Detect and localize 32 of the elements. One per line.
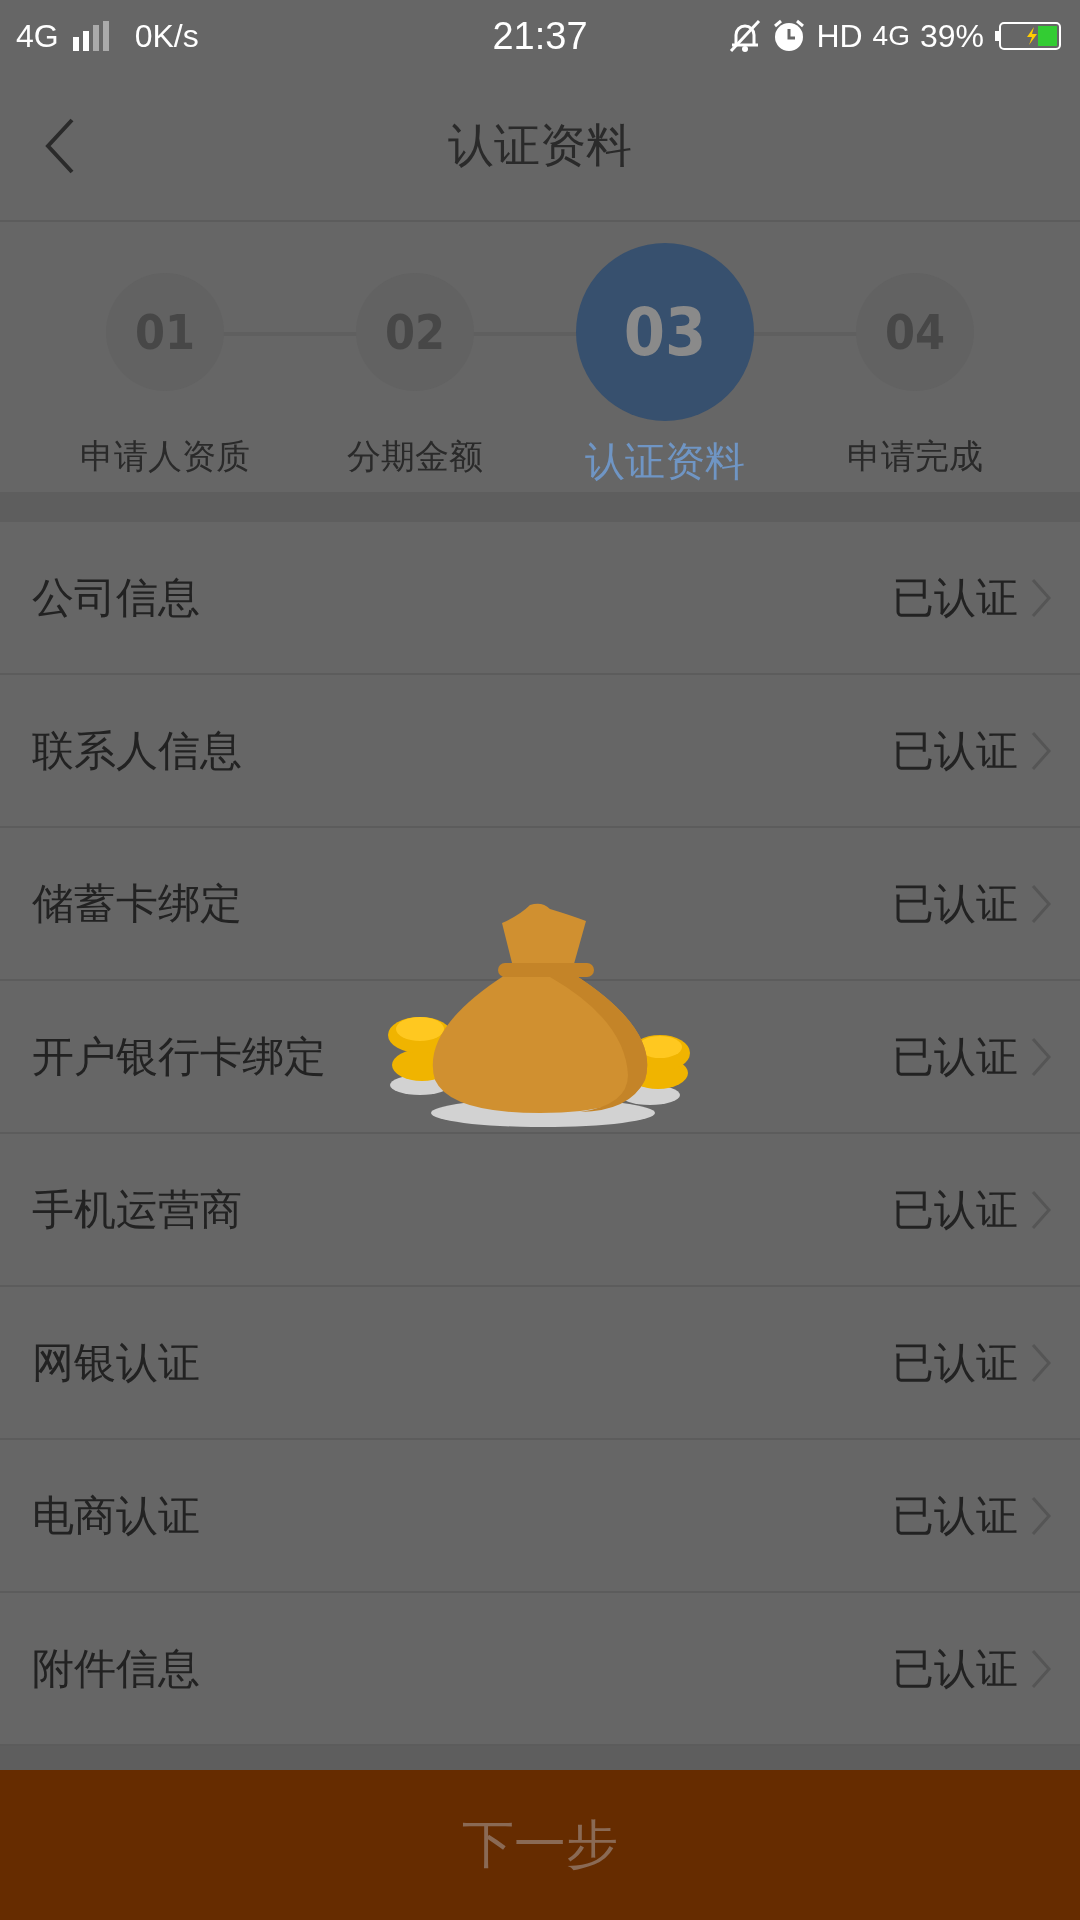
step-circle: 03 [576,243,754,421]
status-text: 已认证 [892,1489,1018,1542]
status-text: 已认证 [892,1642,1018,1695]
item-label: 联系人信息 [32,724,243,777]
item-label: 公司信息 [32,571,201,624]
page-title: 认证资料 [448,117,632,174]
next-step-button[interactable]: 下一步 [0,1770,1080,1920]
step-label: 分期金额 [347,435,483,478]
hd-label: HD [816,17,863,55]
item-label: 电商认证 [32,1489,201,1542]
status-text: 已认证 [892,1030,1018,1083]
clock: 21:37 [492,14,588,57]
status-text: 已认证 [892,877,1018,930]
item-label: 开户银行卡绑定 [32,1030,327,1083]
battery-percent: 39% [919,17,984,55]
status-text: 已认证 [892,571,1018,624]
step-label: 认证资料 [585,437,745,486]
muted-bell-icon [728,19,763,53]
battery-icon [994,21,1064,51]
alarm-icon [772,19,807,53]
step-label: 申请完成 [847,435,983,478]
status-text: 已认证 [892,1336,1018,1389]
status-text: 已认证 [892,724,1018,777]
step-label: 申请人资质 [80,435,250,478]
network-speed: 0K/s [134,17,199,55]
status-text: 已认证 [892,1183,1018,1236]
item-label: 手机运营商 [32,1183,243,1236]
network-type: 4G [872,20,910,52]
item-label: 储蓄卡绑定 [32,877,243,930]
item-label: 附件信息 [32,1642,201,1695]
item-label: 网银认证 [32,1336,201,1389]
network-type: 4G [16,17,59,55]
